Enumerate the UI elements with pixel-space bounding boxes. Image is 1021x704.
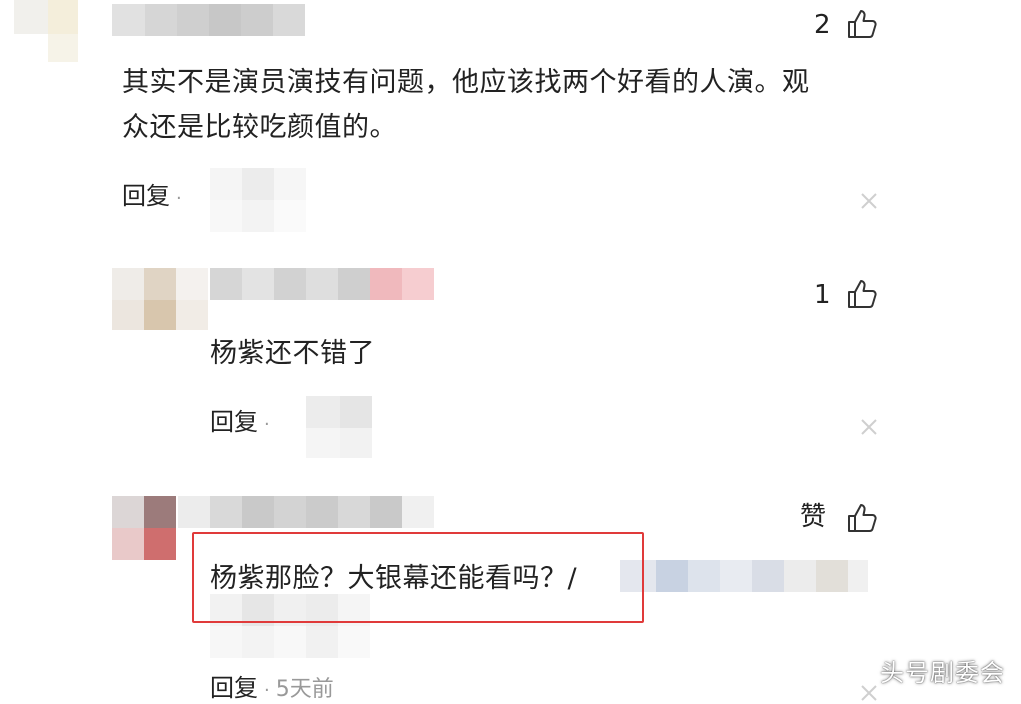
separator-dot: · [176, 188, 182, 209]
reply-row: 回复 · [122, 184, 188, 208]
avatar[interactable] [112, 268, 208, 330]
blurred-mention [620, 560, 868, 592]
highlight-box [192, 532, 644, 623]
avatar[interactable] [112, 496, 176, 560]
close-icon[interactable] [858, 190, 880, 212]
thumbs-up-icon[interactable] [845, 501, 879, 535]
reply-button[interactable]: 回复 [210, 674, 258, 702]
avatar-shadow [48, 34, 78, 62]
separator-dot: · [264, 414, 270, 435]
reply-row: 回复 · [210, 410, 276, 434]
avatar[interactable] [14, 0, 78, 34]
like-count: 2 [814, 10, 831, 40]
separator-dot: · [264, 680, 270, 701]
username[interactable] [210, 268, 434, 300]
reply-button[interactable]: 回复 [122, 182, 170, 210]
watermark: 头号剧委会 [880, 659, 1005, 687]
comment-text: 杨紫还不错了 [210, 338, 375, 369]
like-count: 1 [814, 280, 831, 310]
reply-button[interactable]: 回复 [210, 408, 258, 436]
timestamp: 5天前 [275, 677, 334, 702]
close-icon[interactable] [858, 416, 880, 438]
comment-text: 其实不是演员演技有问题，他应该找两个好看的人演。观 众还是比较吃颜值的。 [122, 67, 810, 143]
close-icon[interactable] [858, 682, 880, 704]
reply-time-blurred [306, 396, 372, 428]
like-label: 赞 [800, 502, 827, 532]
username[interactable] [178, 496, 434, 528]
username[interactable] [112, 4, 305, 36]
thumbs-up-icon[interactable] [845, 7, 879, 41]
reply-row: 回复 · 5天前 [210, 676, 334, 701]
reply-time-blurred [210, 168, 306, 200]
thumbs-up-icon[interactable] [845, 277, 879, 311]
